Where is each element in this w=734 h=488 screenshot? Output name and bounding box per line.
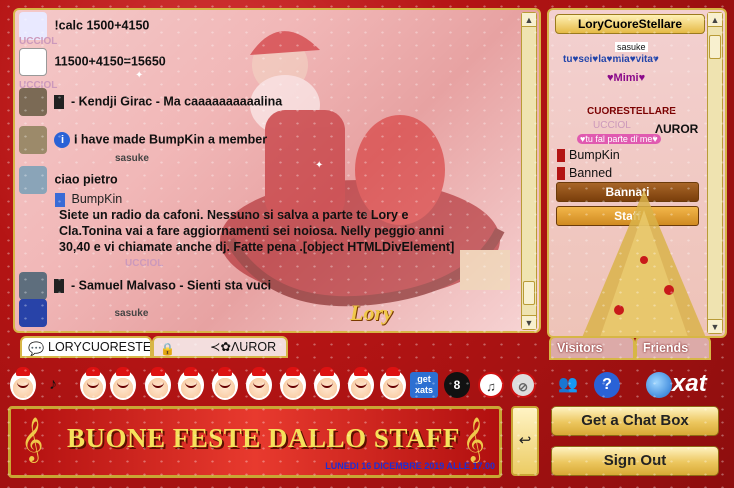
tab-private-chat[interactable]: 🔒 ≺✿ΛUROR — [152, 336, 288, 358]
smiley-icon[interactable] — [280, 367, 306, 400]
smiley-icon[interactable] — [212, 367, 238, 400]
chat-scrollbar[interactable]: ▲ ▼ — [521, 12, 537, 330]
scroll-thumb[interactable] — [523, 281, 535, 305]
chat-watermark: Lory — [350, 300, 393, 325]
user-name: Banned — [569, 166, 613, 180]
user-list-item[interactable]: sasuke — [615, 42, 648, 52]
chat-message: 11500+4150=15650 — [19, 48, 166, 76]
christmas-tree-image — [582, 190, 706, 336]
user-rank-icon — [55, 192, 65, 207]
smiley-icon[interactable] — [178, 367, 204, 400]
name-tag: UCCIOL — [125, 258, 164, 269]
users-icon[interactable]: 👥 — [555, 372, 581, 398]
user-list-item[interactable]: Banned — [557, 166, 613, 181]
scroll-down-button[interactable]: ▼ — [522, 315, 536, 329]
user-avatar[interactable] — [19, 166, 47, 194]
chat-message: ciao pietro — [19, 166, 118, 194]
message-text: - Samuel Malvaso - Sienti sta vuci — [70, 278, 272, 293]
santa-background-image — [220, 31, 510, 307]
message-line: Siete un radio da cafoni. Nessuno si sal… — [59, 208, 409, 222]
message-input[interactable]: 𝄞 BUONE FESTE DALLO STAFF 𝄞 LUNEDI 16 DI… — [8, 406, 502, 478]
user-rank-icon — [54, 279, 65, 293]
user-avatar[interactable] — [19, 48, 47, 76]
treble-clef-icon: 𝄞 — [21, 419, 44, 461]
sound-off-icon[interactable]: ♫ — [478, 372, 504, 398]
xat-wordmark: xat — [672, 370, 707, 397]
chat-message: sasuke — [19, 299, 148, 327]
xat-logo[interactable]: xat — [646, 370, 726, 400]
lock-icon: 🔒 — [160, 342, 175, 356]
message-text: - Kendji Girac - Ma caaaaaaaaaalina — [70, 94, 283, 109]
help-icon[interactable]: ? — [594, 372, 620, 398]
smiley-icon[interactable] — [80, 367, 106, 400]
get-chat-box-button[interactable]: Get a Chat Box — [551, 406, 719, 436]
tab-visitors[interactable]: Visitors — [549, 336, 635, 360]
smiley-icon[interactable] — [314, 367, 340, 400]
message-text: !calc 1500+4150 — [54, 18, 150, 33]
scroll-down-button[interactable]: ▼ — [708, 319, 722, 333]
message-username[interactable]: BumpKin — [71, 192, 122, 206]
tab-label: LORYCUORESTELLARE — [48, 340, 152, 354]
globe-icon — [646, 372, 672, 398]
smiley-icon[interactable] — [110, 367, 136, 400]
smiley-icon[interactable] — [246, 367, 272, 400]
message-line: Cla.Tonina vai a fare aggiornamenti sei … — [59, 224, 445, 238]
sign-out-button[interactable]: Sign Out — [551, 446, 719, 476]
scroll-thumb[interactable] — [709, 35, 721, 59]
info-icon: i — [54, 132, 71, 148]
composer-date: LUNEDI 16 DICEMBRE 2019 ALLE 17.00 — [325, 461, 495, 471]
user-list-item[interactable]: ♥Mimi♥ — [607, 72, 645, 84]
get-xats-button[interactable]: get xats — [410, 372, 438, 398]
dance-icon[interactable]: ♪ — [40, 372, 66, 398]
tab-friends[interactable]: Friends — [635, 336, 711, 360]
message-text: I have made BumpKin a member — [73, 132, 268, 147]
user-list-item[interactable]: tu♥sei♥la♥mia♥vita♥ — [563, 54, 659, 65]
composer-banner-text: BUONE FESTE DALLO STAFF — [67, 423, 460, 453]
smiley-icon[interactable] — [348, 367, 374, 400]
user-avatar[interactable] — [19, 88, 47, 116]
user-list-panel: LoryCuoreStellare sasuke tu♥sei♥la♥mia♥v… — [547, 8, 727, 338]
user-list-item[interactable]: ♥tu fai parte di me♥ — [577, 134, 661, 144]
user-list-item[interactable]: CUORESTELLARE — [587, 106, 676, 117]
message-text: ciao pietro — [54, 172, 118, 187]
chat-owner-title[interactable]: LoryCuoreStellare — [555, 14, 705, 34]
block-icon[interactable]: ⊘ — [510, 372, 536, 398]
name-tag: UCCIOL — [19, 36, 58, 47]
chat-message: - Kendji Girac - Ma caaaaaaaaaalina — [19, 88, 282, 116]
chat-message: BumpKin — [55, 192, 122, 207]
name-tag: sasuke — [114, 308, 149, 320]
eight-ball-icon[interactable]: 8 — [444, 372, 470, 398]
user-avatar[interactable] — [19, 272, 47, 300]
user-rank-icon — [54, 95, 65, 109]
message-text: 11500+4150=15650 — [54, 54, 166, 69]
chat-frame: ✦ ✦ ✦ !calc 1500+4150 UCCIOL 11500+4150=… — [0, 0, 734, 488]
user-avatar[interactable] — [19, 126, 47, 154]
chat-message: i I have made BumpKin a member — [19, 126, 267, 154]
user-list-item[interactable]: BumpKin — [557, 148, 620, 163]
chat-message: - Samuel Malvaso - Sienti sta vuci — [19, 272, 271, 300]
smiley-icon[interactable] — [145, 367, 171, 400]
chat-message-area[interactable]: ✦ ✦ ✦ !calc 1500+4150 UCCIOL 11500+4150=… — [13, 8, 541, 333]
treble-clef-icon: 𝄞 — [462, 419, 485, 461]
user-list-item[interactable]: ΛUROR — [655, 122, 698, 136]
scroll-up-button[interactable]: ▲ — [522, 13, 536, 27]
smiley-icon[interactable] — [380, 367, 406, 400]
tab-label: ≺✿ΛUROR — [210, 340, 277, 354]
user-avatar[interactable] — [19, 299, 47, 327]
user-rank-icon — [557, 149, 565, 163]
user-rank-icon — [557, 167, 565, 181]
tab-main-chat[interactable]: 💬 LORYCUORESTELLARE — [20, 336, 152, 358]
smiley-icon[interactable] — [10, 367, 36, 400]
user-list-scrollbar[interactable]: ▲ ▼ — [707, 12, 723, 334]
scroll-up-button[interactable]: ▲ — [708, 13, 722, 27]
user-name: BumpKin — [569, 148, 620, 162]
send-button[interactable]: ↩ — [511, 406, 539, 476]
speech-bubble-icon: 💬 — [28, 341, 45, 356]
message-line: 30,40 e vi chiamate anche dj. Fatte pena… — [59, 240, 455, 254]
name-tag: sasuke — [115, 153, 149, 164]
user-list-item[interactable]: UCCIOL — [593, 120, 631, 131]
